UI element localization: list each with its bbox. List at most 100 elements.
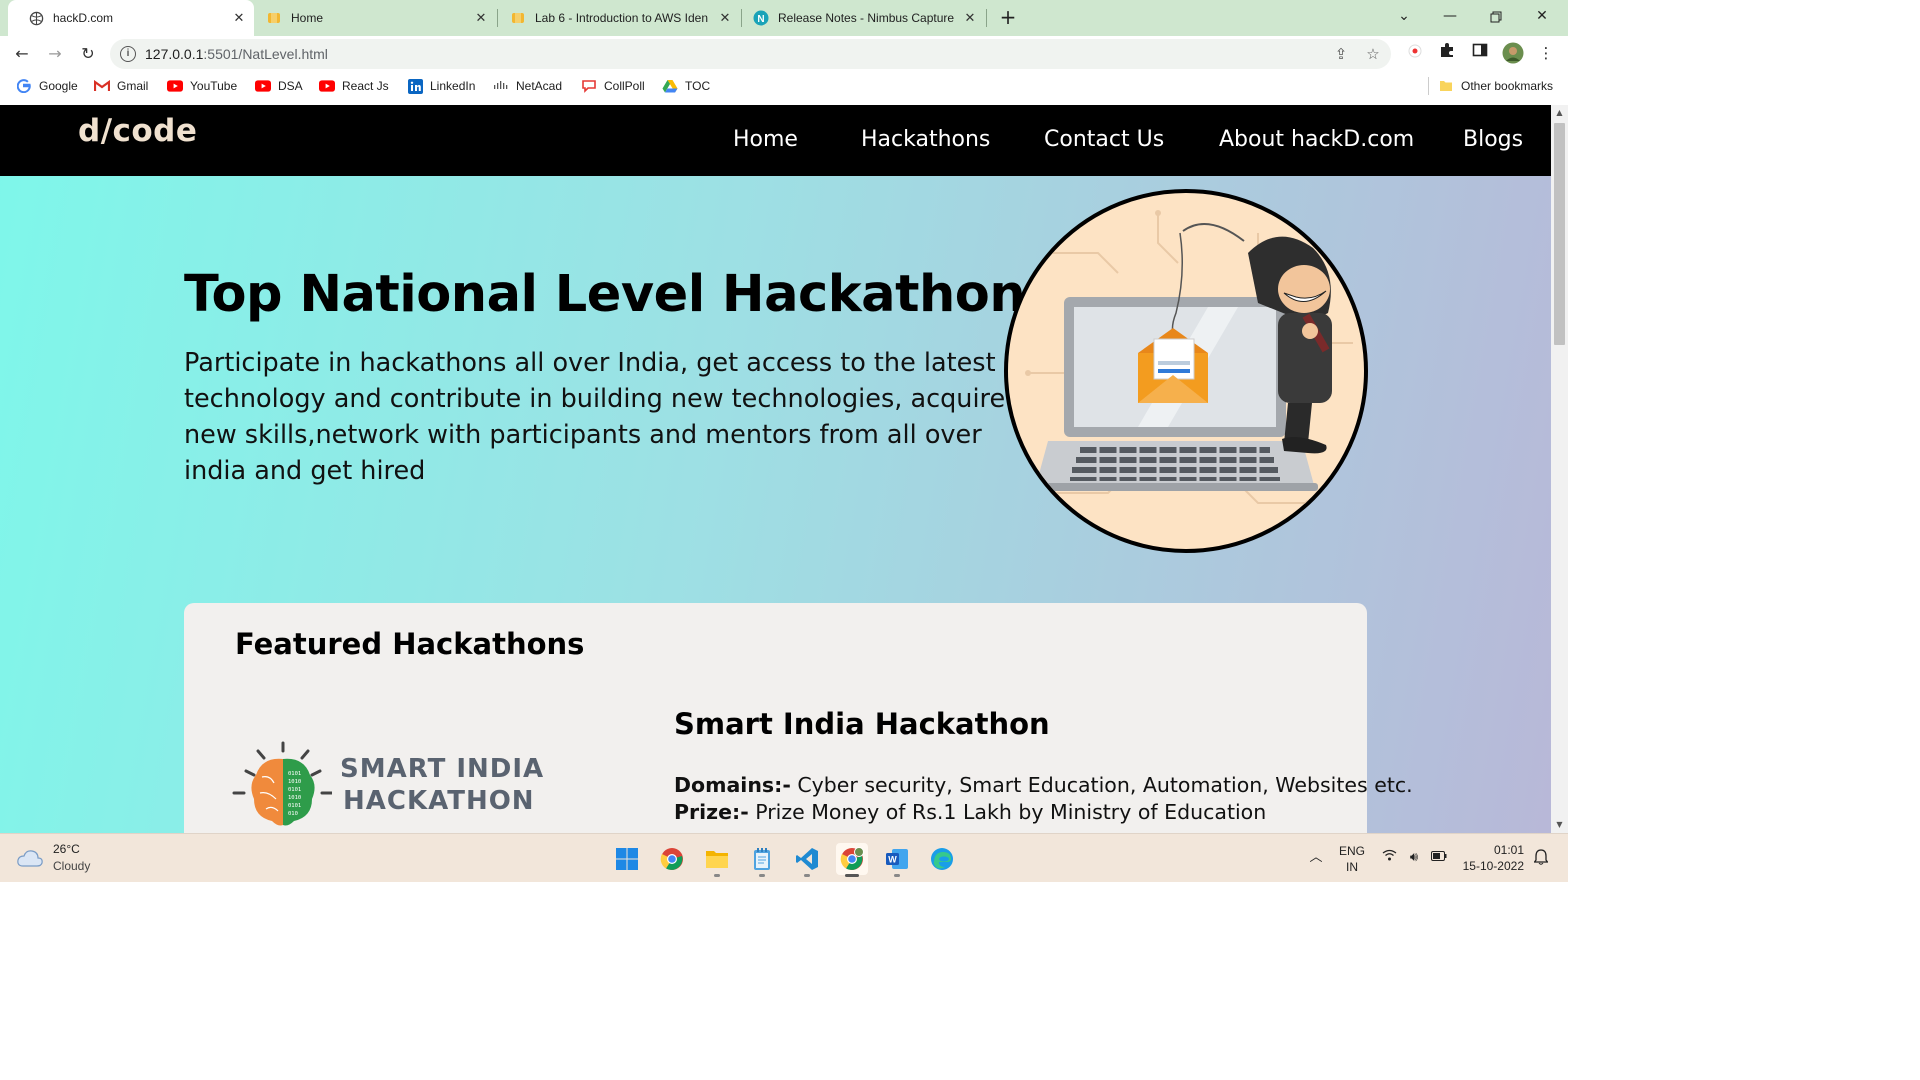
- bookmark-collpoll[interactable]: CollPoll: [581, 78, 645, 94]
- nav-link-blogs[interactable]: Blogs: [1463, 127, 1523, 152]
- bookmark-other-bookmarks[interactable]: Other bookmarks: [1438, 78, 1553, 94]
- notepad-icon[interactable]: [746, 843, 778, 877]
- linkedin-icon: [407, 78, 423, 94]
- hacker-illustration: [1004, 189, 1368, 553]
- bookmark-google[interactable]: Google: [16, 78, 78, 94]
- close-window-button[interactable]: ✕: [1519, 0, 1565, 34]
- record-extension-icon[interactable]: [1404, 42, 1426, 64]
- close-tab-icon[interactable]: ✕: [959, 10, 981, 26]
- site-info-icon[interactable]: i: [120, 46, 136, 62]
- scroll-up-arrow-icon[interactable]: ▲: [1551, 105, 1568, 121]
- hero-title: Top National Level Hackathons: [184, 265, 1055, 324]
- svg-text:0101: 0101: [288, 803, 301, 809]
- url-text[interactable]: 127.0.0.1:5501/NatLevel.html: [145, 46, 328, 62]
- cloud-icon[interactable]: [16, 848, 44, 868]
- tab-title: hackD.com: [53, 11, 114, 25]
- minimize-button[interactable]: —: [1427, 0, 1473, 34]
- tab-title: Home: [291, 11, 324, 25]
- word-icon[interactable]: W: [881, 843, 913, 877]
- site-navbar: d/code Home Hackathons Contact Us About …: [0, 105, 1551, 176]
- bookmark-netacad[interactable]: NetAcad: [493, 78, 562, 94]
- restore-button[interactable]: [1473, 0, 1519, 34]
- new-tab-button[interactable]: +: [996, 4, 1020, 30]
- windows-taskbar: 26°C Cloudy W ︿ ENG IN 🔊︎ 01:01 15-10-20…: [0, 833, 1568, 882]
- file-explorer-icon[interactable]: [701, 843, 733, 877]
- chrome-active-icon[interactable]: [836, 843, 868, 877]
- share-icon[interactable]: ⇪: [1332, 45, 1350, 63]
- forward-arrow-icon[interactable]: →: [43, 42, 67, 66]
- extensions-puzzle-icon[interactable]: [1436, 42, 1458, 64]
- system-clock[interactable]: 01:01 15-10-2022: [1463, 842, 1524, 874]
- bookmark-react-js[interactable]: React Js: [319, 78, 389, 94]
- tab-home[interactable]: Home ✕: [246, 0, 496, 36]
- volume-icon[interactable]: 🔊︎: [1405, 849, 1423, 867]
- page-viewport[interactable]: d/code Home Hackathons Contact Us About …: [0, 105, 1551, 833]
- cisco-icon: [493, 78, 509, 94]
- svg-text:0101: 0101: [288, 787, 301, 793]
- svg-text:1010: 1010: [288, 795, 301, 801]
- wifi-icon[interactable]: [1380, 849, 1398, 867]
- svg-text:010: 010: [288, 811, 298, 817]
- nav-link-home[interactable]: Home: [733, 127, 798, 152]
- smart-india-hackathon-logo: 0101 1010 0101 1010 0101 010 SMART INDIA HACK…: [232, 741, 543, 833]
- chat-bubble-icon: [581, 78, 597, 94]
- bookmark-gmail[interactable]: Gmail: [94, 78, 148, 94]
- page-scrollbar[interactable]: ▲ ▼: [1551, 105, 1568, 833]
- event-title[interactable]: Smart India Hackathon: [674, 707, 1050, 741]
- tab-search-icon[interactable]: ⌄: [1381, 0, 1427, 34]
- scrollbar-thumb[interactable]: [1554, 123, 1565, 345]
- svg-text:W: W: [888, 855, 897, 865]
- nav-link-contact-us[interactable]: Contact Us: [1044, 127, 1164, 152]
- profile-avatar[interactable]: [1502, 42, 1524, 64]
- language-indicator[interactable]: ENG IN: [1339, 843, 1365, 875]
- vscode-icon[interactable]: [791, 843, 823, 877]
- google-icon: [16, 78, 32, 94]
- browser-tab-strip: hackD.com ✕ Home ✕ Lab 6 - Introduction …: [0, 0, 1568, 36]
- battery-icon[interactable]: [1430, 849, 1448, 867]
- svg-text:N: N: [757, 14, 764, 25]
- edge-icon[interactable]: [926, 843, 958, 875]
- svg-text:1010: 1010: [288, 779, 301, 785]
- event-prize: Prize:- Prize Money of Rs.1 Lakh by Mini…: [674, 800, 1267, 824]
- weather-temperature[interactable]: 26°C: [53, 842, 80, 856]
- scroll-down-arrow-icon[interactable]: ▼: [1551, 817, 1568, 833]
- google-drive-icon: [662, 78, 678, 94]
- hero-description: Participate in hackathons all over India…: [184, 348, 1006, 486]
- event-domains: Domains:- Cyber security, Smart Educatio…: [674, 773, 1413, 797]
- bookmark-linkedin[interactable]: LinkedIn: [407, 78, 475, 94]
- browser-toolbar: ← → ↻ i 127.0.0.1:5501/NatLevel.html ⇪ ☆: [0, 36, 1568, 72]
- tab-aws-lab[interactable]: Lab 6 - Introduction to AWS Iden ✕: [490, 0, 740, 36]
- youtube-icon: [319, 78, 335, 94]
- nav-link-about[interactable]: About hackD.com: [1219, 127, 1414, 152]
- tab-hackd[interactable]: hackD.com ✕: [8, 0, 254, 36]
- nav-link-hackathons[interactable]: Hackathons: [861, 127, 990, 152]
- bookmark-star-icon[interactable]: ☆: [1364, 45, 1382, 63]
- gmail-icon: [94, 78, 110, 94]
- bookmark-toc[interactable]: TOC: [662, 78, 710, 94]
- tab-title: Lab 6 - Introduction to AWS Iden: [535, 11, 708, 25]
- back-arrow-icon[interactable]: ←: [10, 42, 34, 66]
- chrome-menu-icon[interactable]: ⋮: [1535, 42, 1557, 64]
- folder-icon: [1438, 78, 1454, 94]
- show-hidden-icons-chevron-icon[interactable]: ︿: [1307, 849, 1325, 867]
- aws-cube-icon: [510, 10, 526, 26]
- globe-icon: [28, 10, 44, 26]
- youtube-icon: [167, 78, 183, 94]
- tab-title: Release Notes - Nimbus Capture: [778, 11, 955, 25]
- bookmarks-bar: Google Gmail YouTube DSA React Js Linked…: [0, 72, 1568, 100]
- side-panel-icon[interactable]: [1469, 42, 1491, 64]
- bookmark-youtube[interactable]: YouTube: [167, 78, 237, 94]
- tab-nimbus[interactable]: N Release Notes - Nimbus Capture ✕: [733, 0, 985, 36]
- address-bar[interactable]: i 127.0.0.1:5501/NatLevel.html ⇪ ☆: [110, 39, 1391, 69]
- svg-text:0101: 0101: [288, 771, 301, 777]
- youtube-icon: [255, 78, 271, 94]
- windows-start-icon[interactable]: [611, 843, 643, 875]
- notification-bell-icon[interactable]: [1532, 849, 1550, 867]
- reload-icon[interactable]: ↻: [76, 42, 100, 66]
- site-logo[interactable]: d/code: [78, 113, 197, 149]
- chrome-icon[interactable]: [656, 843, 688, 875]
- weather-description[interactable]: Cloudy: [53, 859, 90, 873]
- bookmark-dsa[interactable]: DSA: [255, 78, 303, 94]
- close-tab-icon[interactable]: ✕: [470, 10, 492, 26]
- featured-hackathons-title: Featured Hackathons: [235, 627, 585, 661]
